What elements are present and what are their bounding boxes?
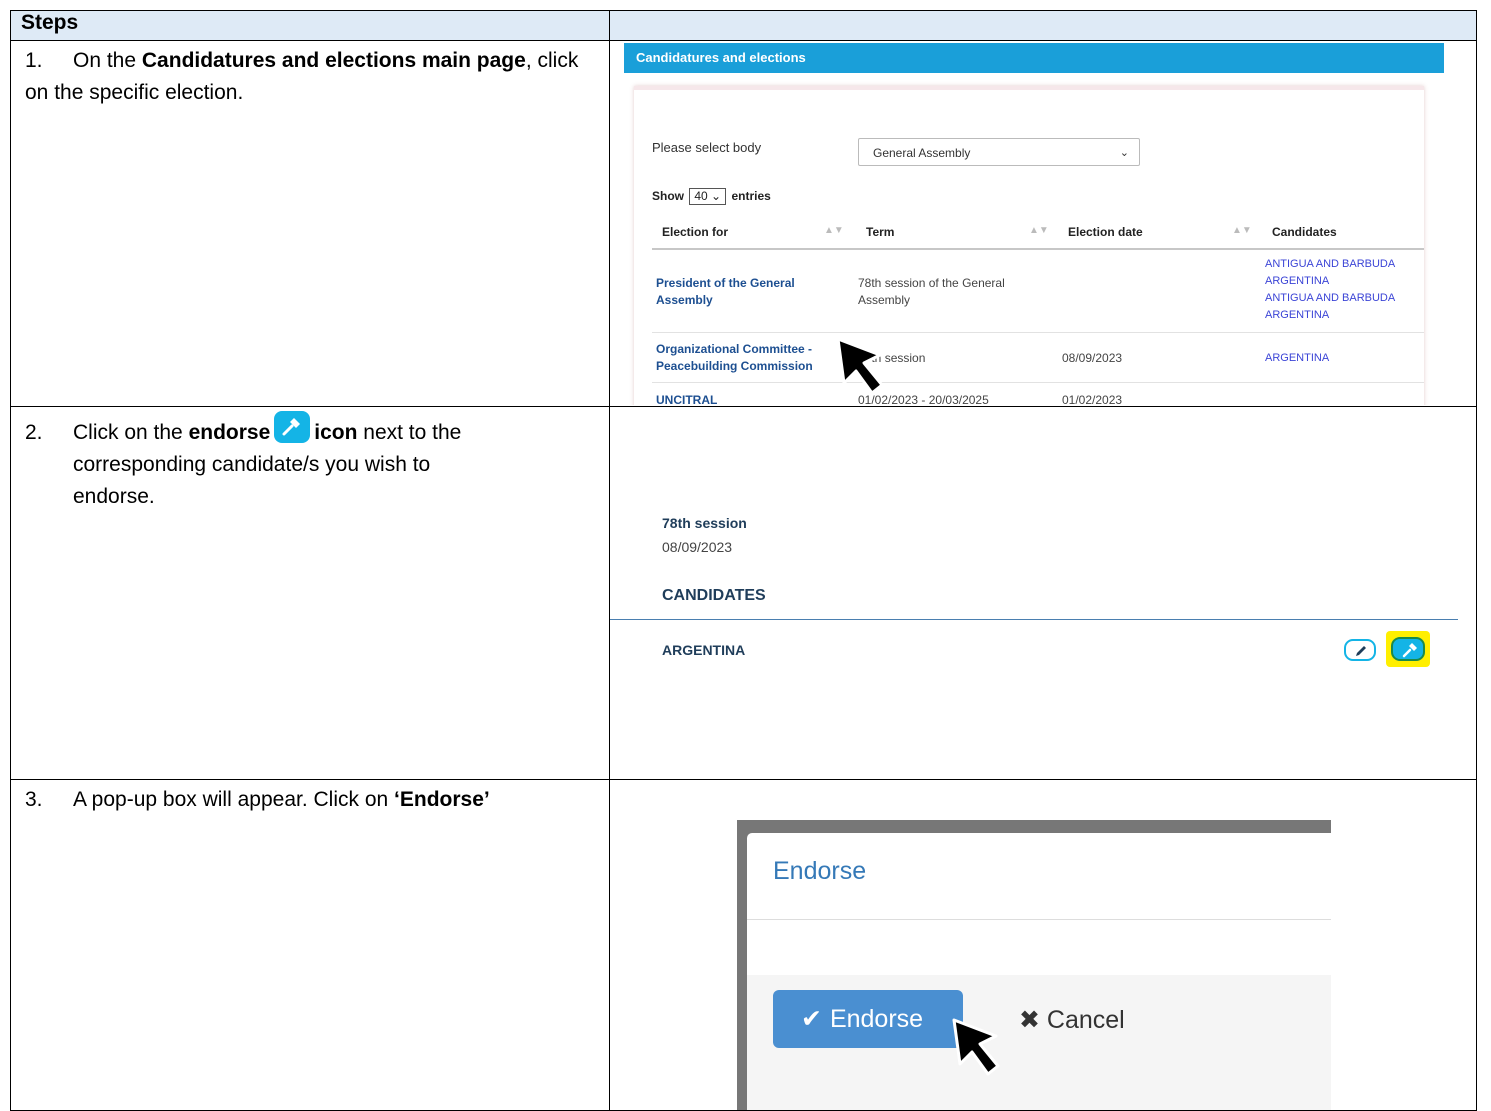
mouse-cursor-icon [836, 337, 884, 395]
step-row-3: 3. A pop-up box will appear. Click on ‘En… [10, 779, 1477, 1111]
page-title-bar: Candidatures and elections [624, 43, 1444, 73]
steps-table: Steps 1. On the Candidatures and election… [10, 10, 1477, 1111]
endorse-modal-screenshot: Endorse ✔ Endorse ✖ Cancel [610, 780, 1476, 1110]
show-entries: Show 40 ⌄ entries [652, 188, 771, 205]
step-2-image-cell: 78th session 08/09/2023 CANDIDATES ARGEN… [609, 406, 1477, 780]
candidate-link[interactable]: ARGENTINA [1265, 350, 1329, 367]
cancel-button[interactable]: ✖ Cancel [1019, 1005, 1125, 1035]
chevron-down-icon: ⌄ [1119, 147, 1129, 159]
election-link-organizational-committee[interactable]: Organizational Committee - Peacebuilding… [656, 341, 836, 375]
step-3-bold: ‘Endorse’ [394, 788, 490, 811]
section-divider [610, 619, 1458, 620]
step-2-number: 2. [25, 421, 43, 444]
endorse-confirm-button[interactable]: ✔ Endorse [773, 990, 963, 1048]
entries-label: entries [731, 189, 771, 203]
date-cell: 08/09/2023 [1062, 351, 1123, 365]
gavel-icon [1402, 643, 1417, 658]
step-1-text-a: On the [73, 49, 142, 72]
step-2-bold-endorse: endorse [188, 421, 271, 444]
cancel-label: Cancel [1046, 1006, 1125, 1034]
edit-button[interactable] [1344, 639, 1376, 661]
select-body-label: Please select body [652, 140, 762, 155]
entries-select[interactable]: 40 ⌄ [689, 188, 727, 205]
step-1-text-cell: 1. On the Candidatures and elections main… [10, 40, 610, 407]
step-row-1: 1. On the Candidatures and elections main… [10, 40, 1477, 407]
candidatures-screenshot: Candidatures and elections Please select… [610, 41, 1476, 405]
col-election-date[interactable]: Election date [1068, 225, 1143, 239]
modal-divider [747, 919, 1331, 920]
body-select-value: General Assembly [873, 146, 971, 160]
date-cell: 01/02/2023 [1062, 393, 1123, 405]
col-candidates[interactable]: Candidates [1272, 225, 1337, 239]
col-term[interactable]: Term [866, 225, 894, 239]
step-2-text: 2. Click on the endorse icon next to the c… [11, 407, 609, 513]
close-icon: ✖ [1019, 1006, 1040, 1034]
check-icon: ✔ [801, 1005, 822, 1033]
sort-icon[interactable]: ▲▼ [824, 225, 844, 236]
sort-icon[interactable]: ▲▼ [1029, 225, 1049, 236]
step-3-text-a: A pop-up box will appear. Click on [73, 788, 395, 811]
col-election-for[interactable]: Election for [662, 225, 728, 239]
candidates-heading: CANDIDATES [662, 587, 766, 604]
table-header-row: Steps [10, 10, 1477, 41]
content-card: Please select body General Assembly ⌄ Sho… [634, 86, 1424, 405]
step-1-image-cell: Candidatures and elections Please select… [609, 40, 1477, 407]
term-title: 78th session [662, 515, 747, 531]
step-2-bold-icon: icon [314, 421, 358, 444]
endorse-confirm-label: Endorse [829, 1005, 924, 1033]
endorse-icon [274, 411, 311, 443]
pencil-icon [1356, 646, 1366, 656]
step-row-2: 2. Click on the endorse icon next to the c… [10, 406, 1477, 780]
endorse-button[interactable] [1391, 637, 1425, 661]
step-2-text-a: Click on the [73, 421, 189, 444]
election-link-president[interactable]: President of the General Assembly [656, 275, 826, 309]
endorse-modal: Endorse ✔ Endorse ✖ Cancel [747, 833, 1331, 1110]
step-2-line3: endorse. [73, 485, 155, 508]
row-divider [652, 382, 1424, 383]
modal-title: Endorse [773, 857, 867, 885]
header-divider [652, 248, 1424, 250]
candidate-link[interactable]: ARGENTINA [1265, 273, 1329, 290]
body-select[interactable]: General Assembly ⌄ [858, 138, 1140, 166]
election-link-uncitral[interactable]: UNCITRAL [656, 392, 717, 405]
blank-header [609, 10, 1477, 41]
candidate-name: ARGENTINA [662, 642, 746, 658]
candidate-detail-screenshot: 78th session 08/09/2023 CANDIDATES ARGEN… [610, 407, 1476, 777]
step-2-line2: corresponding candidate/s you wish to [73, 453, 431, 476]
step-3-text-cell: 3. A pop-up box will appear. Click on ‘En… [10, 779, 610, 1111]
election-date: 08/09/2023 [662, 539, 733, 555]
show-label: Show [652, 189, 684, 203]
sort-icon[interactable]: ▲▼ [1232, 225, 1252, 236]
step-1-number: 1. [25, 49, 43, 72]
term-cell: 78th session of the General Assembly [858, 276, 1005, 307]
step-2-text-b: next to the [357, 421, 462, 444]
step-3-image-cell: Endorse ✔ Endorse ✖ Cancel [609, 779, 1477, 1111]
row-divider [652, 332, 1424, 333]
step-1-text: 1. On the Candidatures and elections main… [11, 41, 609, 109]
candidate-link[interactable]: ARGENTINA [1265, 307, 1329, 324]
step-2-text-cell: 2. Click on the endorse icon next to the c… [10, 406, 610, 780]
step-1-bold: Candidatures and elections main page [141, 49, 526, 72]
step-3-number: 3. [25, 788, 43, 811]
step-3-text: 3. A pop-up box will appear. Click on ‘En… [11, 780, 609, 816]
mouse-cursor-icon [952, 1018, 1000, 1076]
entries-value: 40 [694, 189, 708, 203]
candidate-link[interactable]: ANTIGUA AND BARBUDA [1265, 290, 1395, 307]
steps-header: Steps [10, 10, 610, 41]
candidate-link[interactable]: ANTIGUA AND BARBUDA [1265, 256, 1395, 273]
